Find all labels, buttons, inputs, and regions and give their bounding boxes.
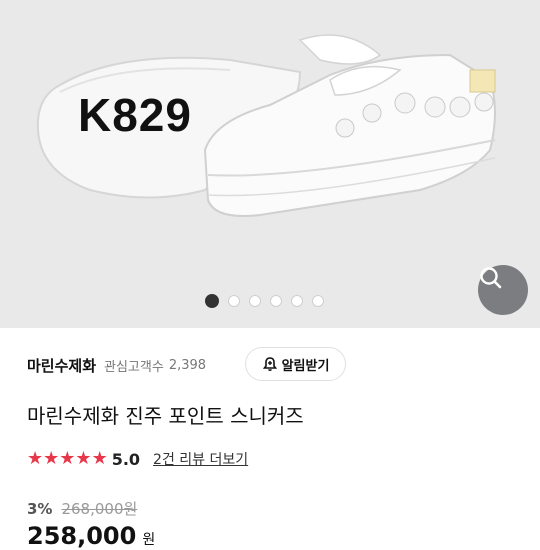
search-icon xyxy=(480,267,502,289)
rating-row: ★ ★ ★ ★ ★ 5.0 2건 리뷰 더보기 xyxy=(27,449,248,469)
star-icon: ★ xyxy=(43,448,60,469)
product-image-gallery[interactable]: K829 xyxy=(0,0,540,328)
price-unit: 원 xyxy=(142,532,156,548)
gallery-dot-6[interactable] xyxy=(312,295,324,307)
seller-name[interactable]: 마린수제화 xyxy=(27,355,96,376)
discount-row: 3% 268,000원 xyxy=(27,498,137,519)
star-icon: ★ xyxy=(59,448,76,469)
product-photo xyxy=(0,0,540,328)
star-icon: ★ xyxy=(91,448,108,469)
gallery-dot-1[interactable] xyxy=(205,294,219,308)
gallery-dot-5[interactable] xyxy=(291,295,303,307)
zoom-button[interactable] xyxy=(478,265,528,315)
model-code-text: K829 xyxy=(78,89,192,141)
gallery-dot-3[interactable] xyxy=(249,295,261,307)
gallery-dot-4[interactable] xyxy=(270,295,282,307)
seller-fans-count: 2,398 xyxy=(168,357,207,373)
bell-plus-icon xyxy=(262,357,277,371)
original-price: 268,000원 xyxy=(61,500,138,518)
sale-price: 258,000 xyxy=(27,522,137,550)
seller-fans-label: 관심고객수 xyxy=(104,359,164,375)
review-more-link[interactable]: 2건 리뷰 더보기 xyxy=(153,449,248,469)
alert-button-label: 알림받기 xyxy=(281,358,330,374)
product-title: 마린수제화 진주 포인트 스니커즈 xyxy=(27,404,304,428)
star-icon: ★ xyxy=(27,448,44,469)
gallery-dot-2[interactable] xyxy=(228,295,240,307)
rating-score: 5.0 xyxy=(111,449,141,469)
discount-rate: 3% xyxy=(27,499,53,518)
price-row: 258,000 원 xyxy=(27,522,155,550)
star-icon: ★ xyxy=(75,448,92,469)
alert-subscribe-button[interactable]: 알림받기 xyxy=(245,347,346,381)
gallery-pagination xyxy=(205,294,324,308)
rating-stars: ★ ★ ★ ★ ★ xyxy=(27,449,108,469)
